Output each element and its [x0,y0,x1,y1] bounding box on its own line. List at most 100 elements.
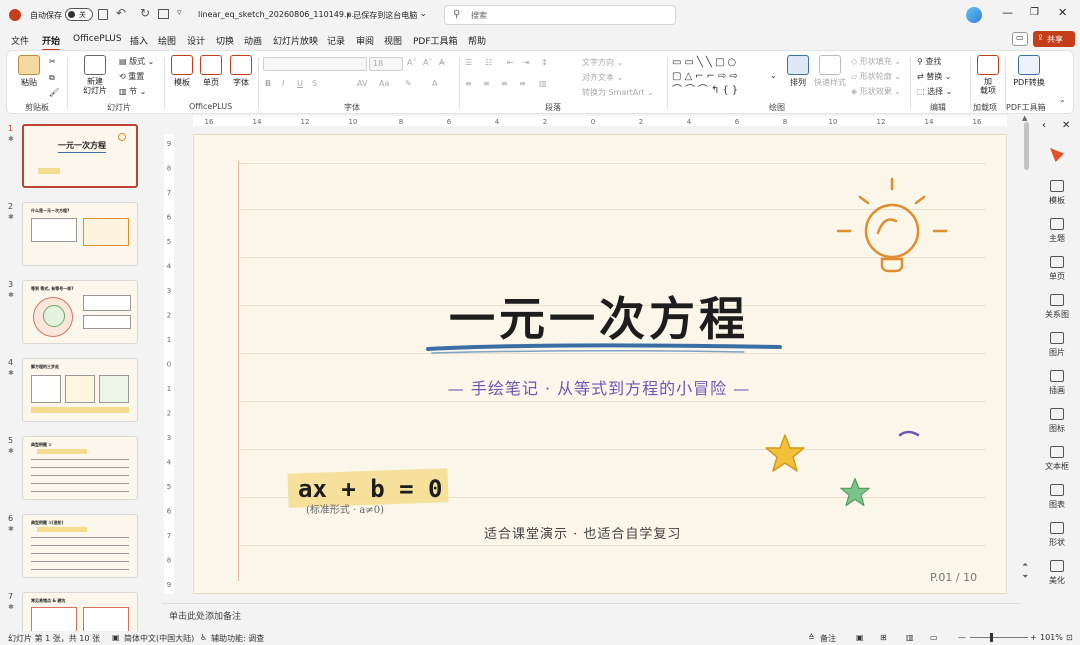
underline-icon[interactable]: U [297,79,303,88]
panel-item-pictures[interactable]: 图片 [1038,332,1076,358]
addins-button[interactable]: 加 载项 [975,55,1001,95]
tab-review[interactable]: 审阅 [356,34,374,47]
template-button[interactable]: 模板 [170,55,194,88]
font-name-field[interactable] [263,57,367,71]
justify-icon[interactable]: ≡ [519,79,526,88]
reading-view-icon[interactable]: ▥ [906,633,914,642]
slide-thumbnail-3[interactable]: 等到 等式, 有等号一样? [22,280,138,344]
tab-home[interactable]: 开始 [42,34,61,51]
spellcheck-icon[interactable]: ▣ [112,633,120,642]
save-status-chevron-icon[interactable]: ⌄ [420,9,427,18]
accessibility-status[interactable]: 辅助功能: 调查 [211,633,264,644]
char-spacing-icon[interactable]: AV [357,79,367,88]
shape-effects-button[interactable]: ◈ 形状效果 ⌄ [851,86,901,97]
strikethrough-icon[interactable]: S [312,79,317,88]
next-slide-icon[interactable]: ⏷ [1022,572,1028,582]
panel-item-icons[interactable]: 图标 [1038,408,1076,434]
layout-button[interactable]: ▤ 版式 ⌄ [119,56,154,67]
panel-item-illustrations[interactable]: 插画 [1038,370,1076,396]
comments-button[interactable]: ▭ [1012,32,1028,46]
font-size-field[interactable]: 18 [369,57,403,71]
shape-fill-button[interactable]: ◇ 形状填充 ⌄ [851,56,901,67]
formula-text[interactable]: ax + b = 0 [298,475,443,503]
zoom-slider[interactable] [970,633,1028,642]
tab-slideshow[interactable]: 幻灯片放映 [273,34,318,47]
font-button[interactable]: 字体 [229,55,253,88]
panel-item-charts[interactable]: 图表 [1038,484,1076,510]
pdf-convert-button[interactable]: PDF转换 [1010,55,1048,88]
columns-icon[interactable]: ▥ [539,79,547,88]
fit-to-window-icon[interactable]: ⊡ [1066,633,1073,642]
slideshow-icon[interactable]: ▭ [930,633,938,642]
slide-tagline[interactable]: 适合课堂演示 · 也适合自学复习 [484,523,681,542]
customize-toolbar-icon[interactable]: ▿ [177,8,182,18]
tab-help[interactable]: 帮助 [468,34,486,47]
slide-thumbnail-6[interactable]: 典型例题 ②(进阶) [22,514,138,578]
normal-view-icon[interactable]: ▣ [856,633,864,642]
change-case-icon[interactable]: Aa [379,79,389,88]
slide-thumbnail-1[interactable]: 一元一次方程 [22,124,138,188]
find-button[interactable]: ⚲ 查找 [917,56,941,67]
slide-thumbnail-2[interactable]: 什么是一元一次方程? [22,202,138,266]
font-color-icon[interactable]: A [432,79,437,88]
tab-draw[interactable]: 绘图 [158,34,176,47]
notes-pane[interactable]: 单击此处添加备注 [162,603,1020,629]
select-button[interactable]: ⬚ 选择 ⌄ [917,86,952,97]
panel-item-diagram[interactable]: 关系图 [1038,294,1076,320]
page-number[interactable]: P.01 / 10 [930,571,977,584]
share-button[interactable]: ⇪ 共享 [1033,31,1075,47]
clear-format-icon[interactable]: A̶ [439,58,444,67]
align-text-button[interactable]: 对齐文本 ⌄ [582,72,623,83]
slide-canvas[interactable]: 一元一次方程 — 手绘笔记 · 从等式到方程的小冒险 — ax + b = 0 … [193,134,1007,594]
panel-item-templates[interactable]: 模板 [1038,180,1076,206]
collapse-panel-icon[interactable]: ‹ [1042,120,1046,131]
tab-record[interactable]: 记录 [327,34,345,47]
tab-file[interactable]: 文件 [11,34,29,47]
smartart-button[interactable]: 转换为 SmartArt ⌄ [582,87,654,98]
panel-item-beautify[interactable]: 美化 [1038,560,1076,586]
highlight-icon[interactable]: ✎ [405,79,412,88]
scroll-up-icon[interactable]: ▲ [1022,114,1027,122]
present-icon[interactable] [158,9,169,19]
tab-pdf-toolbox[interactable]: PDF工具箱 [413,34,458,47]
font-grow-icon[interactable]: A˄ [407,58,416,67]
font-shrink-icon[interactable]: A˅ [423,58,432,67]
italic-icon[interactable]: I [282,79,284,88]
bold-icon[interactable]: B [265,79,271,88]
tab-design[interactable]: 设计 [187,34,205,47]
format-painter-icon[interactable]: 🖌 [49,88,59,97]
bullets-icon[interactable]: ☰ [465,58,472,67]
slide-thumbnail-5[interactable]: 典型例题 ① [22,436,138,500]
indent-icon[interactable]: ⇤ [507,58,514,67]
align-right-icon[interactable]: ≡ [501,79,508,88]
undo-icon[interactable]: ↶ [116,6,126,20]
notes-toggle-label[interactable]: 备注 [820,633,836,644]
replace-button[interactable]: ⇄ 替换 ⌄ [917,71,952,82]
text-direction-button[interactable]: 文字方向 ⌄ [582,57,623,68]
paste-button[interactable]: 粘贴 [15,55,43,88]
copilot-icon[interactable] [966,7,982,23]
reset-button[interactable]: ⟲ 重置 [119,71,144,82]
zoom-slider-thumb[interactable] [990,633,993,642]
arrange-button[interactable]: 排列 [785,55,811,88]
panel-item-single-page[interactable]: 单页 [1038,256,1076,282]
tab-transitions[interactable]: 切换 [216,34,234,47]
single-page-button[interactable]: 单页 [199,55,223,88]
quick-styles-button[interactable]: 快速样式 [813,55,847,88]
tab-view[interactable]: 视图 [384,34,402,47]
zoom-level[interactable]: 101% [1040,633,1063,642]
panel-item-shapes[interactable]: 形状 [1038,522,1076,548]
previous-slide-icon[interactable]: ⏶ [1022,560,1028,570]
zoom-out-icon[interactable]: — [958,633,966,642]
align-center-icon[interactable]: ≡ [483,79,490,88]
restore-icon[interactable]: ❐ [1030,7,1039,18]
shapes-gallery[interactable]: ▭▭╲╲□○ ▢△⌐⌐⇨⇨ ⌒⌒⌒↰{} [672,56,768,100]
close-icon[interactable]: ✕ [1058,6,1067,19]
slide-thumbnail-7[interactable]: 常见易错点 & 避坑 [22,592,138,631]
notes-toggle-icon[interactable]: ≙ [808,633,815,642]
panel-item-textbox[interactable]: 文本框 [1038,446,1076,472]
shapes-gallery-more-icon[interactable]: ⌄ [770,71,777,80]
slide-subtitle[interactable]: — 手绘笔记 · 从等式到方程的小冒险 — [364,375,834,399]
formula-note[interactable]: (标准形式 · a≠0) [306,501,384,516]
zoom-in-icon[interactable]: + [1030,633,1037,642]
